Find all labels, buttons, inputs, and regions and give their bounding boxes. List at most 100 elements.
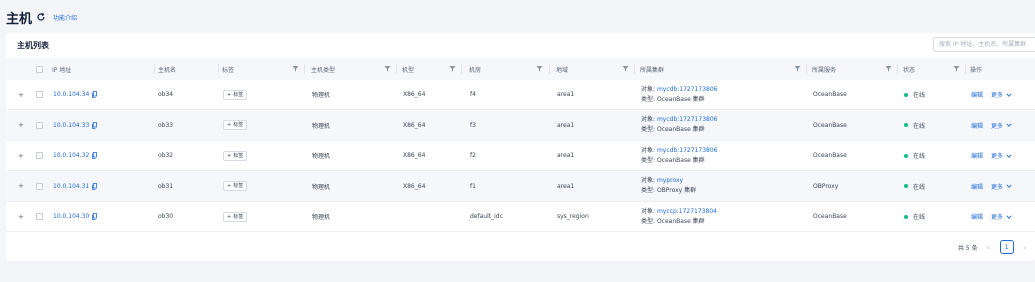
- more-label: 更多: [991, 214, 1004, 222]
- column-header-model: 机型: [402, 66, 415, 74]
- filter-icon[interactable]: [622, 65, 629, 72]
- hostname-cell: ob31: [158, 182, 174, 190]
- status-dot-icon: [904, 123, 908, 128]
- expand-icon[interactable]: +: [18, 182, 24, 190]
- prev-page-icon[interactable]: ‹: [984, 243, 994, 252]
- pagination: 共 5 条 ‹ 1 ›: [958, 240, 1035, 254]
- add-tag-button[interactable]: + 标签: [223, 120, 248, 131]
- add-tag-button[interactable]: + 标签: [223, 89, 248, 100]
- tag-button-label: 标签: [233, 213, 244, 220]
- cluster-cell: 对象: mycdb:1727173806 类型: OceanBase 集群: [641, 111, 717, 140]
- cluster-type-label: 类型:: [641, 217, 656, 225]
- model-cell: X86_64: [403, 91, 426, 98]
- ip-link[interactable]: 10.0.104.34: [53, 91, 89, 98]
- more-dropdown[interactable]: 更多: [991, 151, 1012, 160]
- copy-icon[interactable]: [92, 213, 98, 221]
- more-dropdown[interactable]: 更多: [991, 182, 1012, 191]
- table-row: + 10.0.104.30 ob30 + 标签 物理机 default_idc s…: [6, 202, 1035, 233]
- filter-icon[interactable]: [384, 65, 391, 72]
- more-label: 更多: [991, 183, 1004, 191]
- search-input[interactable]: 搜索 IP 地址、主机名、所属集群: [933, 37, 1035, 52]
- status-text: 在线: [913, 153, 926, 161]
- cluster-type-label: 类型:: [641, 156, 656, 164]
- ip-link[interactable]: 10.0.104.33: [53, 122, 89, 129]
- host-list-card: 主机列表 搜索 IP 地址、主机名、所属集群 IP 地址 主机名 标签 主机类型…: [6, 33, 1035, 261]
- card-title: 主机列表: [17, 41, 49, 50]
- host-type-cell: 物理机: [312, 153, 331, 161]
- expand-icon[interactable]: +: [18, 213, 24, 221]
- edit-button[interactable]: 编辑: [971, 182, 983, 191]
- expand-icon[interactable]: +: [18, 121, 24, 129]
- ip-link[interactable]: 10.0.104.30: [53, 213, 89, 220]
- edit-button[interactable]: 编辑: [971, 212, 983, 221]
- chevron-down-icon: [1006, 215, 1012, 219]
- filter-icon[interactable]: [953, 65, 960, 72]
- next-page-icon[interactable]: ›: [1020, 243, 1030, 252]
- row-checkbox[interactable]: [36, 121, 43, 129]
- more-dropdown[interactable]: 更多: [991, 90, 1012, 99]
- cluster-object-label: 对象:: [641, 207, 656, 215]
- expand-icon[interactable]: +: [18, 91, 24, 99]
- copy-icon[interactable]: [92, 121, 98, 129]
- add-tag-button[interactable]: + 标签: [223, 150, 248, 161]
- cluster-object-link[interactable]: myccp:1727173804: [657, 208, 717, 215]
- hostname-cell: ob33: [158, 121, 174, 129]
- more-dropdown[interactable]: 更多: [991, 212, 1012, 221]
- cluster-type-value: OceanBase 集群: [656, 156, 705, 164]
- select-all-checkbox[interactable]: [36, 58, 43, 80]
- add-tag-button[interactable]: + 标签: [223, 181, 248, 192]
- more-dropdown[interactable]: 更多: [991, 121, 1012, 130]
- cluster-object-link[interactable]: mycdb:1727173806: [657, 147, 718, 154]
- edit-button[interactable]: 编辑: [971, 121, 983, 130]
- edit-button[interactable]: 编辑: [971, 151, 983, 160]
- service-cell: OceanBase: [813, 121, 847, 129]
- status-dot-icon: [904, 153, 908, 158]
- cluster-type-value: OceanBase 集群: [656, 126, 705, 134]
- copy-icon[interactable]: [92, 91, 98, 98]
- copy-icon[interactable]: [92, 182, 98, 190]
- model-cell: X86_64: [403, 152, 426, 160]
- status-cell: 在线: [904, 80, 925, 109]
- cluster-object-label: 对象:: [641, 116, 656, 124]
- column-header-service: 所属服务: [812, 66, 837, 74]
- region-cell: area1: [557, 121, 575, 129]
- region-cell: area1: [557, 152, 575, 160]
- idc-cell: f4: [470, 91, 476, 98]
- cluster-object-link[interactable]: mycdb:1727173806: [657, 86, 718, 93]
- ip-link[interactable]: 10.0.104.32: [53, 152, 89, 159]
- row-checkbox[interactable]: [36, 182, 43, 190]
- ip-link[interactable]: 10.0.104.31: [53, 183, 89, 190]
- table-row: + 10.0.104.34 ob34 + 标签 物理机 X86_64 f4 are…: [6, 80, 1035, 110]
- refresh-icon[interactable]: [36, 12, 46, 22]
- column-header-region: 地域: [556, 66, 569, 74]
- edit-button[interactable]: 编辑: [971, 90, 983, 99]
- status-dot-icon: [904, 214, 908, 219]
- filter-icon[interactable]: [794, 65, 801, 72]
- status-cell: 在线: [904, 141, 925, 170]
- cluster-object-link[interactable]: myproxy: [657, 177, 683, 184]
- host-type-cell: 物理机: [312, 214, 331, 222]
- region-cell: sys_region: [557, 213, 589, 221]
- pagination-total: 共 5 条: [958, 244, 978, 252]
- column-header-hostname: 主机名: [158, 66, 177, 74]
- filter-icon[interactable]: [292, 65, 299, 72]
- row-checkbox[interactable]: [36, 213, 43, 221]
- hostname-cell: ob34: [158, 91, 174, 98]
- feature-intro-link[interactable]: 功能介绍: [53, 13, 77, 22]
- column-header-actions: 操作: [970, 66, 983, 74]
- cluster-object-link[interactable]: mycdb:1727173806: [657, 116, 718, 123]
- row-checkbox[interactable]: [36, 91, 43, 98]
- chevron-down-icon: [1006, 123, 1012, 127]
- filter-icon[interactable]: [536, 65, 543, 72]
- add-tag-button[interactable]: + 标签: [223, 211, 248, 222]
- cluster-type-value: OceanBase 集群: [656, 95, 705, 103]
- status-text: 在线: [913, 92, 926, 99]
- expand-icon[interactable]: +: [18, 152, 24, 160]
- cluster-object-label: 对象:: [641, 177, 656, 185]
- row-checkbox[interactable]: [36, 152, 43, 160]
- copy-icon[interactable]: [92, 152, 98, 160]
- page-number[interactable]: 1: [999, 240, 1014, 254]
- filter-icon[interactable]: [885, 65, 892, 72]
- tag-button-label: 标签: [233, 183, 244, 190]
- filter-icon[interactable]: [449, 65, 456, 72]
